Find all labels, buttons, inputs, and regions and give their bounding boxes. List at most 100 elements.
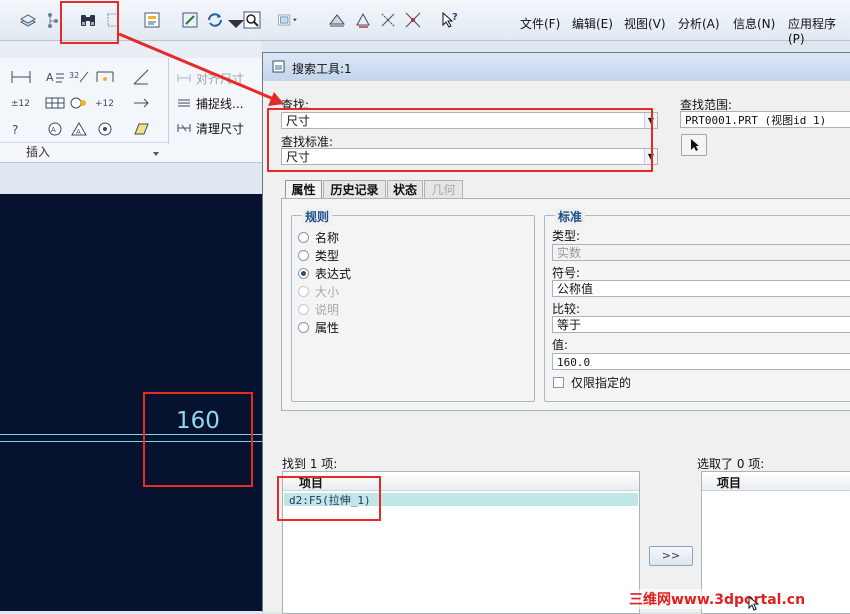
radio-size[interactable] [298, 286, 309, 297]
insert-ribbon-group: A 32 ±12 +12 ? A A 对齐尺寸 捕捉线... 清理尺寸 插入 [0, 58, 262, 163]
svg-text:+12: +12 [95, 99, 114, 109]
align-dimension-icon [176, 72, 192, 84]
type-field[interactable]: 实数 [552, 244, 850, 261]
svg-text:±12: ±12 [11, 99, 30, 109]
radio-description[interactable] [298, 304, 309, 315]
menu-edit[interactable]: 编辑(E) [572, 15, 613, 32]
pick-scope-button[interactable] [681, 134, 707, 156]
svg-text:?: ? [12, 123, 18, 137]
tab-geometry[interactable]: 几何 [424, 180, 463, 199]
radio-type[interactable] [298, 250, 309, 261]
rule-description-label: 说明 [315, 303, 340, 317]
scope-field[interactable]: PRT0001.PRT (视图id 1) [680, 111, 850, 128]
capture-line-label[interactable]: 捕捉线... [196, 95, 243, 112]
datum-point-icon[interactable] [403, 10, 423, 30]
annotation-box-found-item [277, 476, 381, 521]
rule-attribute-label: 属性 [315, 321, 340, 335]
compare-select[interactable]: 等于 [552, 316, 850, 333]
ribbon-tab-strip [0, 41, 262, 58]
hatch-icon[interactable] [130, 120, 152, 138]
zoom-icon[interactable] [242, 10, 262, 30]
context-help-icon[interactable]: ? [440, 10, 460, 30]
datum-plane-icon[interactable] [353, 10, 373, 30]
symbol-value: 公称值 [557, 282, 594, 296]
dialog-title-bar[interactable]: 搜索工具:1 [263, 53, 850, 81]
datum-target-icon[interactable]: A [44, 120, 66, 138]
move-to-selected-button[interactable]: >> [649, 546, 693, 566]
selected-header-label: 项目 [717, 476, 742, 490]
regenerate-icon[interactable] [180, 10, 200, 30]
only-specified-checkbox[interactable] [553, 377, 564, 388]
svg-text:32: 32 [69, 71, 79, 80]
rule-type-label: 类型 [315, 249, 340, 263]
angle-dimension-icon[interactable] [130, 68, 152, 86]
radio-attribute[interactable] [298, 322, 309, 333]
value-field[interactable]: 160.0 [552, 353, 850, 370]
rule-size-label: 大小 [315, 285, 340, 299]
clean-dimension-label[interactable]: 清理尺寸 [196, 120, 244, 137]
table-icon[interactable] [44, 94, 66, 112]
menu-file[interactable]: 文件(F) [520, 15, 560, 32]
svg-text:A: A [51, 126, 56, 134]
tab-properties[interactable]: 属性 [285, 180, 322, 200]
found-count-label: 找到 1 项: [282, 457, 338, 471]
symbol-icon[interactable]: ? [10, 120, 32, 138]
clean-dimension-icon [176, 122, 192, 134]
dialog-title: 搜索工具:1 [292, 62, 352, 76]
window-icon [272, 60, 285, 73]
annotation-box-search-icon [60, 1, 119, 44]
note-icon[interactable]: A [44, 68, 66, 86]
align-dimension-label[interactable]: 对齐尺寸 [196, 70, 244, 87]
menu-analysis[interactable]: 分析(A) [678, 15, 720, 32]
menu-apps[interactable]: 应用程序(P) [788, 15, 850, 46]
type-label: 类型: [552, 229, 581, 243]
scope-value: PRT0001.PRT (视图id 1) [685, 114, 827, 127]
gtol-icon[interactable] [94, 120, 116, 138]
datum-feature-icon[interactable]: A [68, 120, 90, 138]
rules-title: 规则 [302, 208, 333, 225]
radio-expression[interactable] [298, 268, 309, 279]
refresh-icon[interactable] [205, 10, 225, 30]
capture-line-icon [176, 97, 192, 109]
type-value: 实数 [557, 246, 582, 260]
menu-view[interactable]: 视图(V) [624, 15, 666, 32]
tab-panel: 规则 名称 类型 表达式 大小 说明 属性 标准 类型: 实数 符号: 公称值 … [281, 198, 850, 411]
group-expand-icon[interactable] [152, 147, 160, 156]
annotation-box-dimension [143, 392, 253, 487]
linear-dimension-icon[interactable] [10, 68, 32, 86]
criteria-title: 标准 [555, 208, 586, 225]
value-label: 值: [552, 338, 569, 352]
ordinate-icon[interactable]: 32 [68, 68, 90, 86]
baseline-dimension-icon[interactable] [94, 68, 116, 86]
only-specified-label: 仅限指定的 [571, 376, 632, 390]
rule-expression-label: 表达式 [315, 267, 352, 281]
datum-axis-icon[interactable] [378, 10, 398, 30]
properties-icon[interactable] [142, 10, 162, 30]
menu-info[interactable]: 信息(N) [733, 15, 775, 32]
chevron-down-icon[interactable] [226, 14, 244, 34]
symbol-label: 符号: [552, 266, 581, 280]
graphics-header-strip [0, 163, 262, 194]
tolerance-icon[interactable]: ±12 [10, 94, 32, 112]
selected-count-label: 选取了 0 项: [697, 457, 765, 471]
radio-name[interactable] [298, 232, 309, 243]
rule-name-label: 名称 [315, 231, 340, 245]
surface-finish-icon[interactable]: +12 [94, 94, 116, 112]
selected-list-header: 项目 [702, 472, 850, 491]
compare-value: 等于 [557, 318, 582, 332]
view-icon[interactable] [327, 10, 347, 30]
symbol-field[interactable]: 公称值 [552, 280, 850, 297]
svg-text:A: A [76, 128, 81, 136]
balloon-icon[interactable] [68, 94, 90, 112]
criteria-group: 标准 类型: 实数 符号: 公称值 比较: 等于 值: 160.0 仅限指定的 [544, 208, 850, 402]
compare-label: 比较: [552, 302, 581, 316]
insert-group-label: 插入 [26, 145, 51, 159]
display-style-button[interactable] [278, 10, 310, 30]
mouse-cursor-icon [748, 595, 760, 611]
tab-history[interactable]: 历史记录 [323, 180, 386, 199]
annotation-box-find-fields [267, 108, 653, 172]
tab-status[interactable]: 状态 [387, 180, 423, 199]
layers-icon[interactable] [18, 10, 38, 30]
svg-text:A: A [46, 71, 54, 84]
move-text-icon[interactable] [130, 94, 152, 112]
